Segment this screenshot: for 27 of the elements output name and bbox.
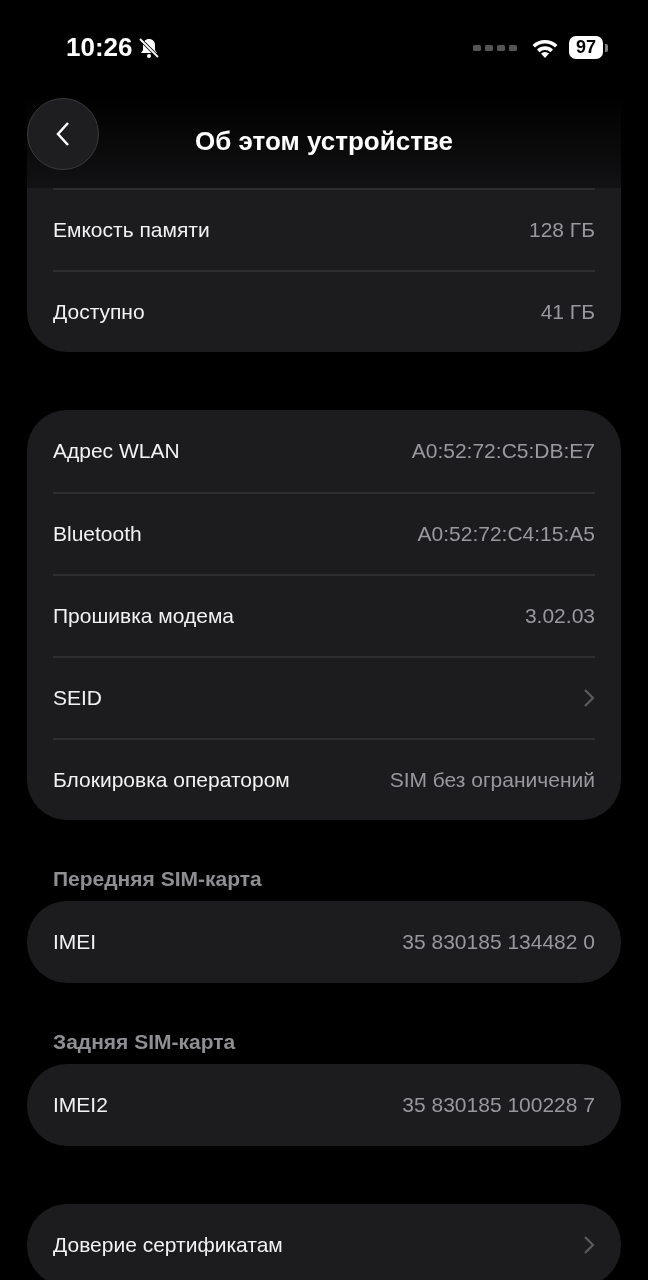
battery-level: 97 — [568, 36, 603, 59]
row-value: 41 ГБ — [540, 300, 595, 324]
cellular-icon — [472, 43, 517, 52]
row-label: IMEI2 — [53, 1093, 108, 1117]
row-label: Прошивка модема — [53, 604, 235, 628]
row-label: Доступно — [53, 300, 145, 324]
section-header: Задняя SIM-карта — [52, 1029, 237, 1055]
row-value: 3.02.03 — [524, 604, 595, 628]
row-label[interactable]: SEID — [53, 686, 102, 710]
row-label: Блокировка оператором — [53, 768, 290, 792]
row-value: A0:52:72:C5:DB:E7 — [411, 439, 595, 463]
row-value: 35 830185 134482 0 — [402, 930, 595, 954]
chevron-icon — [583, 1235, 595, 1255]
chevron-icon — [583, 688, 595, 708]
row-value: A0:52:72:C4:15:A5 — [417, 522, 595, 546]
row-label: Адрес WLAN — [53, 439, 180, 463]
row-value: 35 830185 100228 7 — [402, 1093, 595, 1117]
row-value: SIM без ограничений — [389, 768, 595, 792]
row-label[interactable]: Доверие сертификатам — [53, 1233, 283, 1257]
section-header: Передняя SIM-карта — [52, 866, 263, 892]
row-value: 128 ГБ — [528, 218, 595, 242]
clock: 10:26 — [66, 32, 133, 63]
row-label: IMEI — [53, 930, 97, 954]
page-title: Об этом устройстве — [195, 126, 453, 157]
row-label: Емкость памяти — [53, 218, 210, 242]
back-icon — [54, 120, 72, 148]
row-label: Bluetooth — [53, 522, 142, 546]
